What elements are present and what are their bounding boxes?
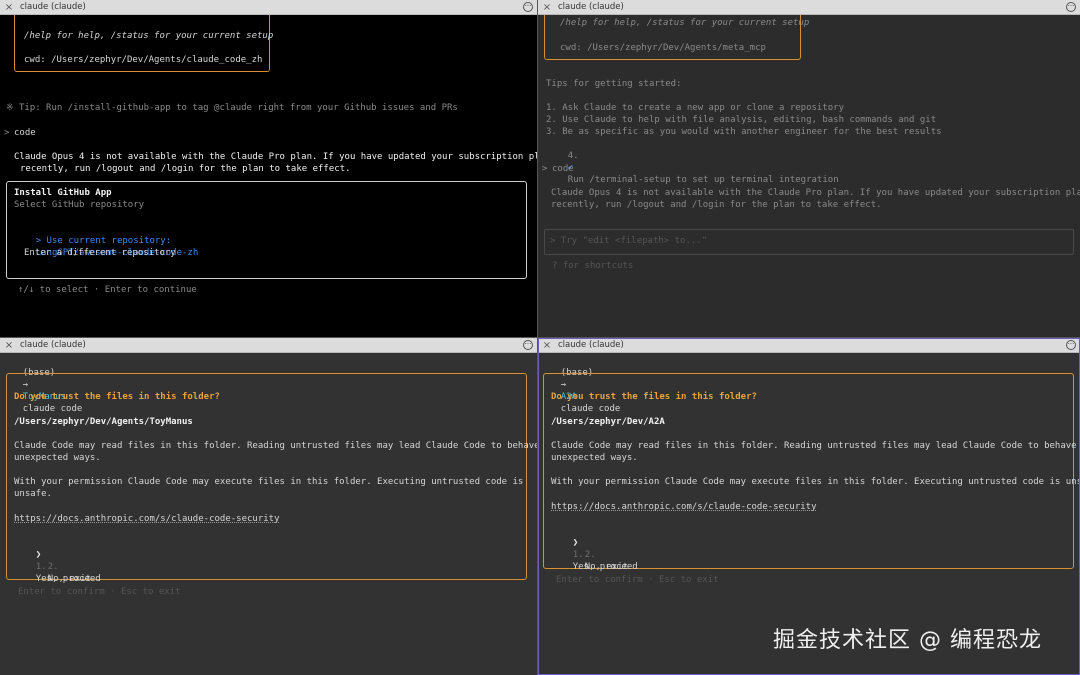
option-number: 2. <box>47 562 59 572</box>
close-icon[interactable]: × <box>0 340 18 351</box>
terminal-pane-bottom-left[interactable]: × claude (claude) ··· (base) → ToyManus … <box>0 338 537 675</box>
pane-titlebar[interactable]: × claude (claude) ··· <box>538 338 1080 353</box>
dialog-footer-hint: ↑/↓ to select · Enter to continue <box>18 285 197 295</box>
more-options-icon[interactable]: ··· <box>1066 340 1076 350</box>
tip-item-1: 1. Ask Claude to create a new app or clo… <box>546 103 845 113</box>
message-line-1: Claude Opus 4 is not available with the … <box>551 188 1080 198</box>
prompt-marker: > <box>4 128 10 138</box>
pane-title: claude (claude) <box>20 2 86 12</box>
dialog-footer-hint: Enter to confirm · Esc to exit <box>556 575 719 585</box>
prompt-command: code <box>552 164 574 174</box>
terminal-pane-top-right[interactable]: × claude (claude) ··· /help for help, /s… <box>538 0 1080 337</box>
message-line-2: recently, run /logout and /login for the… <box>551 200 882 210</box>
option-enter-different-repository[interactable]: Enter a different repository <box>24 247 176 259</box>
shortcuts-hint: ? for shortcuts <box>552 261 634 271</box>
security-docs-link[interactable]: https://docs.anthropic.com/s/claude-code… <box>551 501 817 513</box>
more-options-icon[interactable]: ··· <box>1066 2 1076 12</box>
pane-title: claude (claude) <box>20 340 86 350</box>
watermark: 掘金技术社区 @ 编程恐龙 <box>773 628 1042 653</box>
tips-header: Tips for getting started: <box>546 79 682 89</box>
prompt-marker: > <box>542 164 548 174</box>
cwd-text: cwd: /Users/zephyr/Dev/Agents/claude_cod… <box>24 55 263 65</box>
tip-item-2: 2. Use Claude to help with file analysis… <box>546 115 937 125</box>
tip-number: 4. <box>567 151 579 161</box>
tip-item-3: 3. Be as specific as you would with anot… <box>546 127 942 137</box>
help-text: /help for help, /status for your current… <box>560 18 810 28</box>
read-warning-line-1: Claude Code may read files in this folde… <box>551 441 1080 451</box>
pane-titlebar[interactable]: × claude (claude) ··· <box>0 0 537 15</box>
tip-text: ※ Tip: Run /install-github-app to tag @c… <box>6 103 458 113</box>
option-number: 2. <box>584 550 596 560</box>
close-icon[interactable]: × <box>538 340 556 351</box>
option-selected-label: > Use current repository: <box>35 236 172 246</box>
pane-titlebar[interactable]: × claude (claude) ··· <box>0 338 537 353</box>
dialog-subtitle: Select GitHub repository <box>14 200 145 210</box>
tip-text: Run /terminal-setup to set up terminal i… <box>567 175 839 185</box>
more-options-icon[interactable]: ··· <box>523 340 533 350</box>
option-label: No, exit <box>584 562 629 572</box>
read-warning-line-1: Claude Code may read files in this folde… <box>14 441 537 451</box>
security-docs-link[interactable]: https://docs.anthropic.com/s/claude-code… <box>14 513 280 525</box>
read-warning-line-2: unexpected ways. <box>551 453 638 463</box>
message-line-1: Claude Opus 4 is not available with the … <box>14 152 537 162</box>
option-label: No, exit <box>47 574 92 584</box>
message-line-2: recently, run /logout and /login for the… <box>20 164 351 174</box>
execute-warning-line-1: With your permission Claude Code may exe… <box>14 477 524 487</box>
dialog-title: Install GitHub App <box>14 188 112 198</box>
execute-warning-line: With your permission Claude Code may exe… <box>551 477 1080 487</box>
more-options-icon[interactable]: ··· <box>523 2 533 12</box>
pane-titlebar[interactable]: × claude (claude) ··· <box>538 0 1080 15</box>
execute-warning-line-2: unsafe. <box>14 489 52 499</box>
pane-title: claude (claude) <box>558 340 624 350</box>
trust-question: Do you trust the files in this folder? <box>14 392 220 402</box>
prompt-input-placeholder[interactable]: > Try "edit <filepath> to..." <box>550 235 707 247</box>
close-icon[interactable]: × <box>0 2 18 13</box>
cwd-text: cwd: /Users/zephyr/Dev/Agents/meta_mcp <box>560 43 766 53</box>
folder-path: /Users/zephyr/Dev/Agents/ToyManus <box>14 417 193 427</box>
close-icon[interactable]: × <box>538 2 556 13</box>
trust-question: Do you trust the files in this folder? <box>551 392 757 402</box>
terminal-pane-top-left[interactable]: × claude (claude) ··· /help for help, /s… <box>0 0 537 337</box>
pane-title: claude (claude) <box>558 2 624 12</box>
read-warning-line-2: unexpected ways. <box>14 453 101 463</box>
pane-divider-horizontal[interactable] <box>0 337 1080 338</box>
folder-path: /Users/zephyr/Dev/A2A <box>551 417 665 427</box>
dialog-footer-hint: Enter to confirm · Esc to exit <box>18 587 181 597</box>
help-text: /help for help, /status for your current… <box>24 31 274 41</box>
prompt-command: code <box>14 128 36 138</box>
